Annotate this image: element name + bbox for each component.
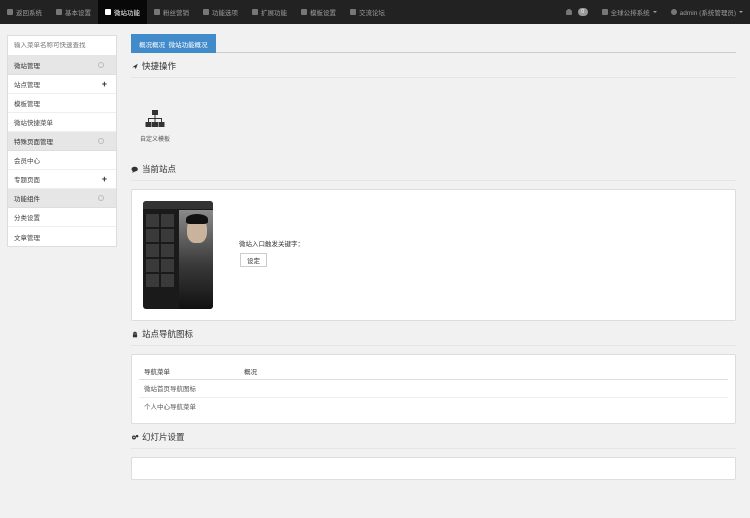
- sidebar-item-member-center[interactable]: 会员中心: [8, 151, 116, 170]
- notification-button[interactable]: 0: [559, 0, 595, 24]
- nav-item-forum[interactable]: 交流论坛: [343, 0, 392, 24]
- chevron-down-icon: [739, 11, 743, 13]
- sidebar-item-site-management[interactable]: 站点管理 +: [8, 75, 116, 94]
- plus-icon[interactable]: +: [102, 79, 107, 89]
- public-account-dropdown[interactable]: 全球公排系统: [595, 0, 664, 24]
- current-site-panel: 微站入口触发关键字： 设定: [131, 189, 736, 321]
- column-header-overview: 概况: [239, 363, 728, 380]
- site-nav-table: 导航菜单 概况 微站首页导航图标 个人中心导航菜单: [139, 363, 728, 415]
- nav-item-return[interactable]: 返回系统: [0, 0, 49, 24]
- megaphone-icon: [154, 9, 160, 15]
- plus-icon[interactable]: +: [102, 174, 107, 184]
- sidebar-item-article-management[interactable]: 文章管理: [8, 227, 116, 246]
- sidebar: 微站管理 站点管理 + 模板管理 微站快捷菜单 特殊页面管理 会员中心 专题页面…: [7, 35, 117, 247]
- nav-row-label: 微站首页导航图标: [139, 379, 239, 398]
- set-keyword-button[interactable]: 设定: [240, 253, 267, 267]
- gear-icon[interactable]: [98, 62, 104, 68]
- comments-icon: [131, 166, 138, 173]
- puzzle-icon: [252, 9, 258, 15]
- slides-title: 幻灯片设置: [131, 424, 736, 449]
- table-header-row: 导航菜单 概况: [139, 363, 728, 380]
- site-nav-panel: 导航菜单 概况 微站首页导航图标 个人中心导航菜单: [131, 354, 736, 424]
- tool-icon: [203, 9, 209, 15]
- sidebar-item-topic-pages[interactable]: 专题页面 +: [8, 170, 116, 189]
- sidebar-search[interactable]: [8, 36, 116, 56]
- gear-icon[interactable]: [98, 138, 104, 144]
- gears-icon: [131, 434, 139, 439]
- nav-item-basic-settings[interactable]: 基本设置: [49, 0, 98, 24]
- user-dropdown[interactable]: admin (系统管理员): [664, 0, 750, 24]
- site-nav-title: 站点导航图标: [131, 321, 736, 346]
- quick-actions-title: 快捷操作: [131, 53, 736, 78]
- nav-item-options[interactable]: 功能选项: [196, 0, 245, 24]
- tab-bar: 概况概况 微站功能概况: [131, 34, 736, 53]
- custom-template-action[interactable]: 自定义模板: [137, 109, 173, 143]
- nav-item-microsite[interactable]: 微站功能: [98, 0, 147, 24]
- current-site-title: 当前站点: [131, 156, 736, 181]
- sidebar-item-template-management[interactable]: 模板管理: [8, 94, 116, 113]
- sitemap-icon: [145, 110, 165, 127]
- user-icon: [670, 9, 677, 15]
- chat-icon: [350, 9, 356, 15]
- top-navbar: 返回系统 基本设置 微站功能 粉丝营销 功能选项 扩展功能 模板设置 交流论坛 …: [0, 0, 750, 24]
- gear-icon: [56, 9, 62, 15]
- entry-keyword-label: 微站入口触发关键字：: [239, 241, 304, 248]
- quick-actions: 自定义模板: [131, 78, 736, 156]
- main-content: 概况概况 微站功能概况 快捷操作 自定义模板 当前站点 微站入口触发关键字： 设…: [131, 34, 736, 480]
- menu-search-input[interactable]: [14, 42, 110, 49]
- sidebar-group-components[interactable]: 功能组件: [8, 189, 116, 208]
- column-header-menu: 导航菜单: [139, 363, 239, 380]
- site-preview-image[interactable]: [143, 201, 213, 309]
- android-icon: [132, 331, 138, 337]
- sidebar-item-quick-menu[interactable]: 微站快捷菜单: [8, 113, 116, 132]
- table-row[interactable]: 个人中心导航菜单: [139, 397, 728, 415]
- nav-item-extensions[interactable]: 扩展功能: [245, 0, 294, 24]
- bell-icon: [565, 9, 572, 15]
- nav-row-label: 个人中心导航菜单: [144, 404, 196, 412]
- slides-panel: [131, 457, 736, 480]
- plane-icon: [132, 63, 138, 69]
- notification-badge: 0: [577, 8, 588, 16]
- account-icon: [601, 9, 608, 15]
- return-icon: [7, 9, 13, 15]
- chevron-down-icon: [652, 11, 657, 13]
- sidebar-item-category-settings[interactable]: 分类设置: [8, 208, 116, 227]
- sidebar-group-special-pages[interactable]: 特殊页面管理: [8, 132, 116, 151]
- nav-item-fan-marketing[interactable]: 粉丝营销: [147, 0, 196, 24]
- tab-overview[interactable]: 概况概况 微站功能概况: [131, 34, 216, 53]
- gear-icon[interactable]: [98, 195, 104, 201]
- nav-item-templates[interactable]: 模板设置: [294, 0, 343, 24]
- table-row[interactable]: 微站首页导航图标: [139, 379, 728, 398]
- grid-icon: [105, 9, 111, 15]
- template-icon: [301, 9, 307, 15]
- sidebar-group-microsite[interactable]: 微站管理: [8, 56, 116, 75]
